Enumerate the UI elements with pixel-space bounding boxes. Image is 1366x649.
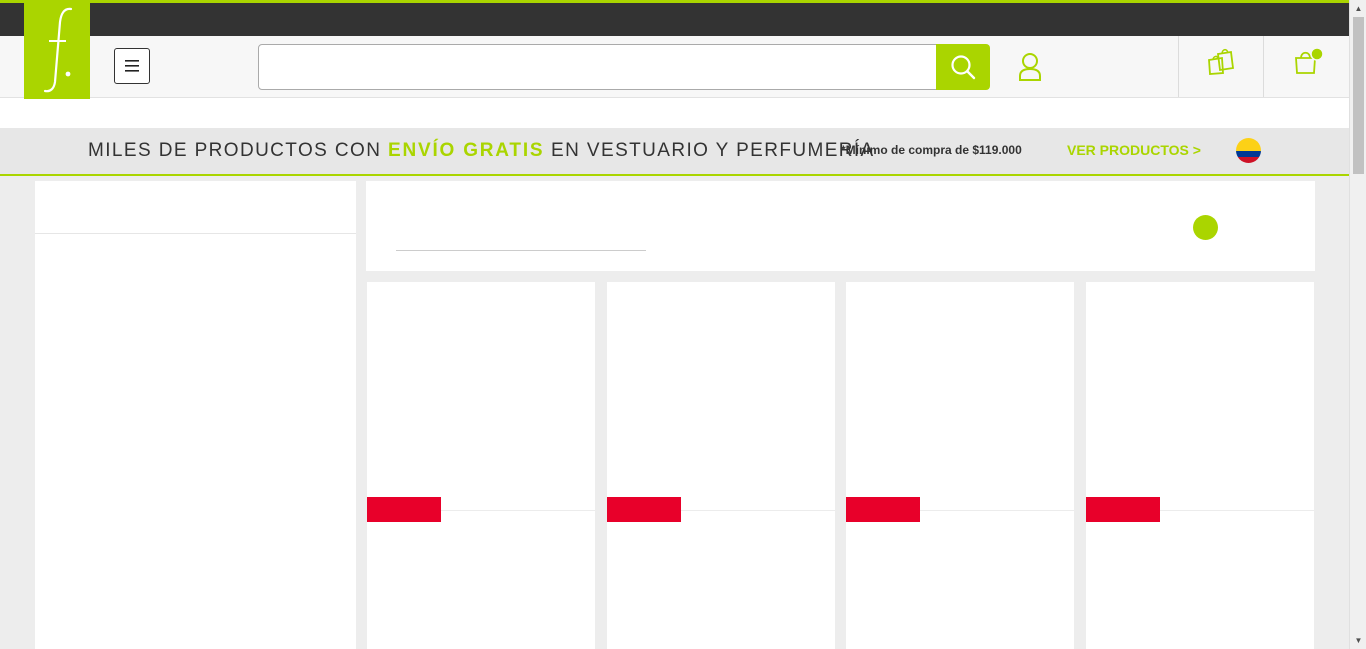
header-divider — [1178, 36, 1179, 97]
product-card[interactable] — [846, 282, 1074, 649]
results-title-underline — [396, 250, 646, 251]
sale-badge — [607, 497, 681, 522]
filters-sidebar — [35, 181, 356, 649]
sale-badge — [367, 497, 441, 522]
falabella-logo-icon — [43, 7, 73, 93]
page: MILES DE PRODUCTOS CON ENVÍO GRATIS EN V… — [0, 0, 1366, 649]
results-header — [366, 181, 1315, 271]
cart-icon — [1295, 47, 1324, 74]
promo-highlight: ENVÍO GRATIS — [388, 140, 545, 161]
promo-message: MILES DE PRODUCTOS CON ENVÍO GRATIS EN V… — [88, 140, 875, 162]
search-input[interactable] — [258, 44, 938, 90]
promo-note: *Mínimo de compra de $119.000 — [841, 143, 1022, 157]
cart-count-badge — [1310, 47, 1324, 61]
product-card[interactable] — [607, 282, 835, 649]
shopping-bags-icon — [1208, 48, 1235, 75]
account-button[interactable] — [1014, 50, 1046, 84]
vertical-scrollbar[interactable]: ▲ ▼ — [1349, 0, 1366, 649]
scrollbar-thumb[interactable] — [1353, 17, 1364, 174]
search-icon — [951, 55, 976, 80]
cart-button[interactable] — [1290, 44, 1326, 78]
scroll-up-arrow-icon[interactable]: ▲ — [1350, 0, 1366, 17]
promo-banner: MILES DE PRODUCTOS CON ENVÍO GRATIS EN V… — [0, 128, 1349, 176]
loading-dot-icon — [1193, 215, 1218, 240]
scroll-down-arrow-icon[interactable]: ▼ — [1350, 632, 1366, 649]
sale-badge — [846, 497, 920, 522]
search-button[interactable] — [936, 44, 990, 90]
hamburger-icon — [125, 60, 139, 72]
logo[interactable] — [24, 0, 90, 99]
sale-badge — [1086, 497, 1160, 522]
menu-button[interactable] — [114, 48, 150, 84]
user-icon — [1019, 53, 1041, 81]
product-card[interactable] — [1086, 282, 1314, 649]
sidebar-divider — [35, 233, 356, 234]
promo-text-before: MILES DE PRODUCTOS CON — [88, 140, 388, 161]
header-spacer — [0, 98, 1349, 128]
colombia-flag-icon[interactable] — [1236, 138, 1261, 163]
header-divider — [1263, 36, 1264, 97]
product-card[interactable] — [367, 282, 595, 649]
shopping-bags-button[interactable] — [1203, 44, 1239, 78]
promo-text-after: EN VESTUARIO Y PERFUMERÍA — [544, 140, 875, 161]
top-bar — [0, 0, 1349, 36]
ver-productos-link[interactable]: VER PRODUCTOS > — [1067, 142, 1201, 158]
